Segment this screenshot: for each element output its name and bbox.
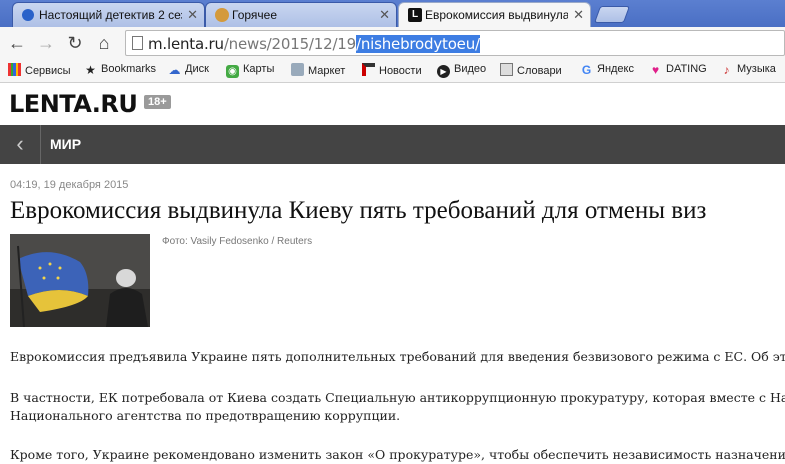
article-paragraph-3: Кроме того, Украине рекомендовано измени… <box>10 447 785 462</box>
bookmark-yandex[interactable]: G Яндекс <box>580 63 634 77</box>
bookmark-label: Сервисы <box>25 65 71 77</box>
google-icon: G <box>581 63 592 77</box>
close-icon[interactable]: ✕ <box>187 7 198 23</box>
site-header: LENTA.RU 18+ <box>0 83 785 125</box>
back-arrow-icon[interactable]: ← <box>4 30 30 56</box>
bookmark-label: Видео <box>454 63 487 75</box>
url-path: /news/2015/12/19 <box>223 35 356 53</box>
tab-hot[interactable]: Горячее ✕ <box>205 2 397 27</box>
page-icon <box>132 36 143 50</box>
bookmark-label: DATING <box>666 63 707 75</box>
heart-icon: ♥ <box>651 63 660 77</box>
bookmark-label: Диск <box>185 63 209 75</box>
reload-icon[interactable]: ↻ <box>62 30 88 56</box>
article-headline: Еврокомиссия выдвинула Киеву пять требов… <box>10 197 707 224</box>
url-selected-text: /nishebrodytoeu/ <box>356 35 480 53</box>
close-icon[interactable]: ✕ <box>573 7 584 23</box>
tab-title: Настоящий детектив 2 сезон <box>39 8 182 22</box>
chevron-left-icon[interactable]: ‹ <box>0 125 41 164</box>
apps-grid-icon <box>8 63 21 76</box>
bookmark-label: Bookmarks <box>101 63 157 75</box>
bookmark-video[interactable]: ▶ Видео <box>437 63 486 78</box>
pikabu-favicon-icon <box>215 8 229 22</box>
section-title[interactable]: МИР <box>50 136 81 152</box>
market-icon <box>291 63 304 76</box>
article-paragraph-1: Еврокомиссия предъявила Украине пять доп… <box>10 349 785 364</box>
lenta-favicon-icon: L <box>408 8 422 22</box>
tab-title: Горячее <box>232 8 278 22</box>
tab-title: Еврокомиссия выдвинула К <box>425 8 568 22</box>
tab-true-detective[interactable]: Настоящий детектив 2 сезон ✕ <box>12 2 205 27</box>
bookmark-label: Карты <box>243 63 275 75</box>
flag-photo-image <box>10 234 150 327</box>
tab-strip: Настоящий детектив 2 сезон ✕ Горячее ✕ L… <box>0 0 785 27</box>
bookmark-services[interactable]: Сервисы <box>8 63 71 77</box>
bookmark-dictionary[interactable]: Словари <box>500 63 562 77</box>
site-logo[interactable]: LENTA.RU <box>9 90 138 118</box>
article-paragraph-2-cont: Национального агентства по предотвращени… <box>10 408 401 423</box>
close-icon[interactable]: ✕ <box>379 7 390 23</box>
article-photo <box>10 234 150 327</box>
bookmark-music[interactable]: ♪ Музыка <box>720 63 776 77</box>
article-date: 04:19, 19 декабря 2015 <box>10 179 129 191</box>
bookmark-label: Музыка <box>737 63 776 75</box>
photo-caption: Фото: Vasily Fedosenko / Reuters <box>162 236 313 247</box>
bookmark-dating[interactable]: ♥ DATING <box>649 63 707 77</box>
tab-lenta-article[interactable]: L Еврокомиссия выдвинула К ✕ <box>398 2 591 27</box>
article-paragraph-2: В частности, ЕК потребовала от Киева соз… <box>10 390 785 405</box>
url-host: m.lenta.ru <box>148 35 224 53</box>
music-icon: ♪ <box>723 63 730 77</box>
droplet-favicon-icon <box>22 9 34 21</box>
bookmark-label: Новости <box>379 65 422 77</box>
dictionary-icon <box>500 63 513 76</box>
browser-toolbar: ← → ↻ ⌂ m.lenta.ru/news/2015/12/19/nishe… <box>0 27 785 59</box>
url-text[interactable]: m.lenta.ru/news/2015/12/19/nishebrodytoe… <box>148 35 480 53</box>
star-icon: ★ <box>85 63 96 77</box>
disk-icon: ☁ <box>168 63 181 77</box>
bookmark-disk[interactable]: ☁ Диск <box>168 63 209 77</box>
bookmark-label: Маркет <box>308 65 346 77</box>
bookmark-maps[interactable]: ◉ Карты <box>226 63 274 78</box>
address-bar[interactable]: m.lenta.ru/news/2015/12/19/nishebrodytoe… <box>125 30 785 56</box>
video-icon: ▶ <box>437 65 450 78</box>
new-tab-button[interactable] <box>593 6 631 23</box>
bookmark-news[interactable]: Новости <box>362 63 422 77</box>
news-icon <box>362 63 375 76</box>
maps-icon: ◉ <box>226 65 239 78</box>
bookmark-bookmarks[interactable]: ★ Bookmarks <box>84 63 156 77</box>
bookmarks-bar: Сервисы ★ Bookmarks ☁ Диск ◉ Карты Маркет Н… <box>0 59 785 83</box>
home-icon[interactable]: ⌂ <box>91 30 117 56</box>
bookmark-label: Яндекс <box>597 63 634 75</box>
section-bar: ‹ МИР <box>0 125 785 164</box>
forward-arrow-icon[interactable]: → <box>33 30 59 56</box>
bookmark-market[interactable]: Маркет <box>291 63 345 77</box>
age-rating-badge: 18+ <box>144 95 171 109</box>
bookmark-label: Словари <box>517 65 562 77</box>
